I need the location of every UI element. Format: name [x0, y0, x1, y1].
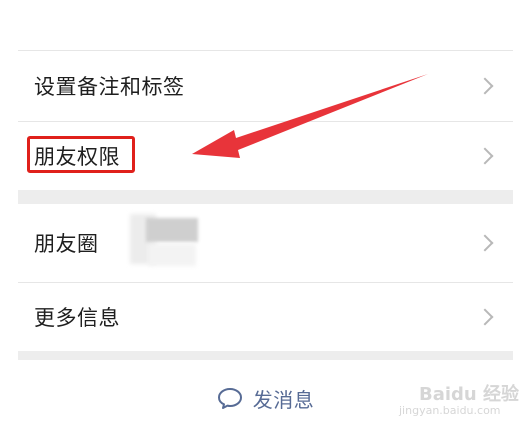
watermark-text: Baidu 经验 [419, 384, 520, 405]
watermark-url: jingyan.baidu.com [399, 404, 501, 417]
annotation-arrow [192, 74, 428, 158]
baidu-watermark: Baidu 经验 jingyan.baidu.com [399, 380, 519, 420]
